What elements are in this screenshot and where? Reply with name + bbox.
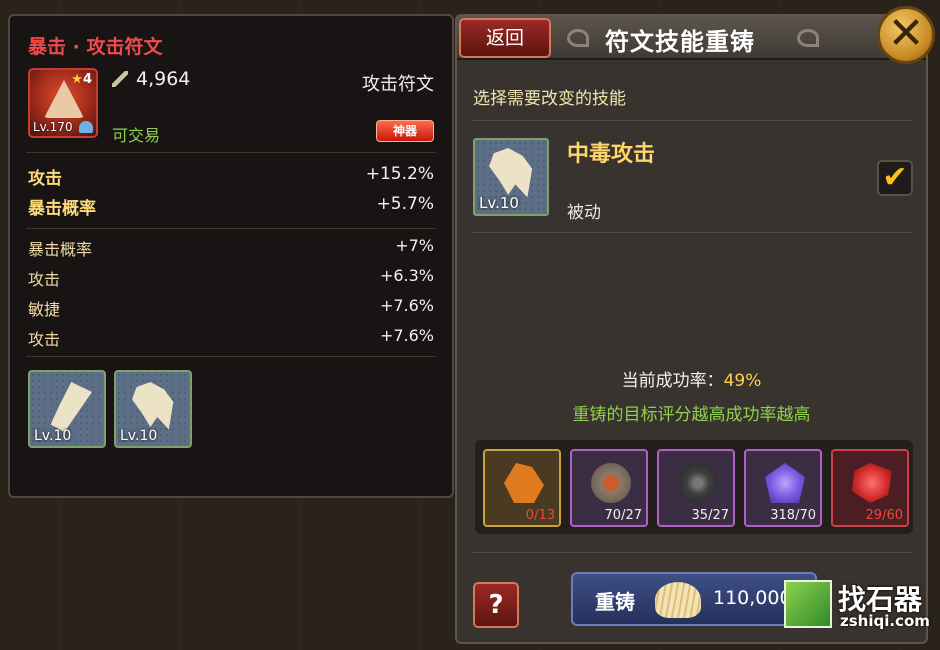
stat-value: +6.3% [379,266,434,285]
material-count: 35/27 [691,508,729,523]
materials-tray: 0/13 70/27 35/27 318/70 29/60 [475,440,913,534]
watermark-url: zshiqi.com [840,612,930,630]
star-count: 4 [82,72,92,87]
tip-text: 重铸的目标评分越高成功率越高 [572,405,811,425]
red-gem-icon [852,463,892,503]
stat-value: +15.2% [365,164,434,184]
rune-info-panel: 暴击 · 攻击符文 ★4 Lv.170 4,964 攻击符文 可交易 神器 攻击… [8,14,454,498]
material-count: 0/13 [525,508,555,523]
stat-name: 攻击 [28,270,61,289]
scroll-ornament-icon [797,29,819,47]
sub-stat-row: 攻击 +6.3% [28,266,434,290]
material-count: 70/27 [604,508,642,523]
stat-name: 暴击概率 [28,240,93,259]
divider [26,356,436,357]
ember-stone-icon [591,463,631,503]
skill-level: Lv.10 [120,428,158,444]
instruction-text: 选择需要改变的技能 [473,89,626,109]
divider [471,232,912,233]
selected-skill-icon[interactable]: Lv.10 [473,138,549,216]
watermark-logo-icon [784,580,832,628]
reforge-cost: 110,000 [713,587,792,609]
fire-crystal-icon [504,463,544,503]
stat-value: +7.6% [379,326,434,345]
artifact-badge: 神器 [376,120,434,142]
close-button[interactable]: ✕ [877,6,935,64]
check-icon: ✔ [882,160,908,195]
quill-rune-icon [50,382,92,432]
rune-skill-slot[interactable]: Lv.10 [114,370,192,448]
stat-name: 敏捷 [28,300,61,319]
material-count: 29/60 [865,508,903,523]
purple-gem-icon [765,463,805,503]
watermark: 找石器 zshiqi.com [784,578,934,636]
sub-stat-row: 暴击概率 +7% [28,236,434,260]
material-slot[interactable]: 35/27 [657,449,735,527]
material-slot[interactable]: 0/13 [483,449,561,527]
rune-level: Lv.170 [33,120,73,134]
page-title: 符文技能重铸 [605,28,755,56]
stat-name: 攻击 [28,169,62,189]
divider [26,228,436,229]
stat-name: 攻击 [28,330,61,349]
rune-title: 暴击 · 攻击符文 [28,36,163,58]
rune-item-icon: ★4 Lv.170 [28,68,98,138]
skill-level: Lv.10 [479,194,519,212]
stat-name: 暴击概率 [28,199,96,219]
material-slot[interactable]: 318/70 [744,449,822,527]
shell-icon [79,121,93,133]
stat-value: +7.6% [379,296,434,315]
power-value: 4,964 [136,68,191,90]
material-count: 318/70 [770,508,816,523]
divider [471,552,912,553]
reforge-header: 返回 符文技能重铸 [457,16,926,60]
combat-power: 4,964 [112,68,190,90]
scroll-ornament-icon [567,29,589,47]
material-slot[interactable]: 70/27 [570,449,648,527]
help-button[interactable]: ? [473,582,519,628]
main-stat-row: 暴击概率 +5.7% [28,194,434,219]
reforge-panel: 返回 符文技能重铸 选择需要改变的技能 Lv.10 中毒攻击 被动 ✔ 当前成功… [455,14,928,644]
divider [471,120,912,121]
skill-level: Lv.10 [34,428,72,444]
skill-name: 中毒攻击 [567,142,656,167]
claw-rune-icon [489,148,533,198]
rune-skill-slot[interactable]: Lv.10 [28,370,106,448]
rune-type: 攻击符文 [362,74,434,95]
reforge-label: 重铸 [595,590,635,614]
divider [26,152,436,153]
reforge-button[interactable]: 重铸 110,000 [571,572,817,626]
success-rate-value: 49% [723,371,762,391]
stat-value: +7% [395,236,434,255]
sword-icon [112,71,128,87]
skill-select-checkbox[interactable]: ✔ [877,160,913,196]
main-stat-row: 攻击 +15.2% [28,164,434,189]
skill-type: 被动 [567,203,601,223]
success-rate-label: 当前成功率： [621,371,724,391]
back-button[interactable]: 返回 [459,18,551,58]
success-rate: 当前成功率：49% [457,366,926,391]
tradable-label: 可交易 [112,126,161,145]
material-slot[interactable]: 29/60 [831,449,909,527]
stat-value: +5.7% [376,194,434,214]
claw-rune-icon [132,382,174,430]
sub-stat-row: 攻击 +7.6% [28,326,434,350]
sub-stat-row: 敏捷 +7.6% [28,296,434,320]
dark-stone-icon [678,463,718,503]
shell-currency-icon [655,582,701,618]
star-icon: ★ [71,72,83,87]
star-rating: ★4 [71,72,92,87]
